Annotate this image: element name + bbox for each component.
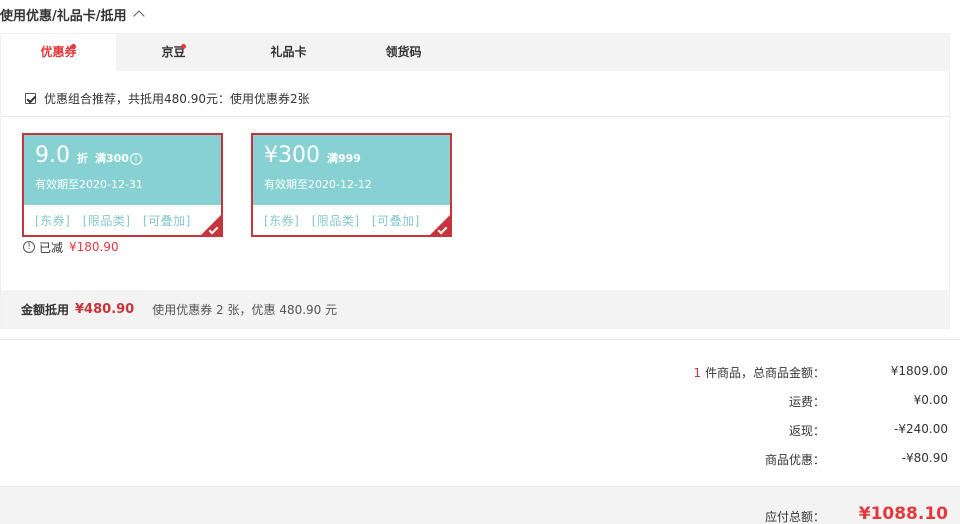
coupon-face: 9.0 折 满300 i 有效期至2020-12-31	[24, 135, 221, 205]
summary-desc: 使用优惠券 2 张，优惠 480.90 元	[152, 302, 338, 317]
coupon-tag: [东券]	[264, 214, 300, 228]
divider	[0, 339, 960, 340]
divider	[1, 116, 949, 117]
total-items-row: 1 件商品，总商品金额： ¥1809.00	[548, 364, 948, 384]
combo-recommend[interactable]: 优惠组合推荐，共抵用480.90元：使用优惠券2张	[25, 89, 310, 107]
coupon-condition: 满999	[327, 152, 361, 165]
payable-bar: 应付总额： ¥1088.10	[0, 486, 960, 524]
new-dot-icon	[71, 44, 76, 49]
info-icon[interactable]: i	[129, 153, 142, 165]
new-dot-icon	[181, 44, 186, 49]
discount-value: -¥80.90	[901, 451, 948, 465]
coupon-tags: [东券] [限品类] [可叠加]	[35, 212, 199, 229]
summary-label: 金额抵用	[21, 302, 70, 317]
tab-coupons[interactable]: 优惠券	[1, 34, 116, 71]
saved-value: ¥180.90	[69, 240, 119, 254]
shipping-label: 运费：	[788, 395, 825, 409]
section-title: 使用优惠/礼品卡/抵用	[0, 8, 127, 24]
coupon-tag: [东券]	[35, 214, 71, 228]
coupon-section-toggle[interactable]: 使用优惠/礼品卡/抵用	[0, 4, 145, 24]
items-value: ¥1809.00	[890, 364, 948, 378]
shipping-row: 运费： ¥0.00	[548, 393, 948, 413]
coupon-condition: 满300	[95, 152, 129, 165]
coupon-card[interactable]: ¥300 满999 有效期至2020-12-12 [东券] [限品类] [可叠加…	[251, 133, 452, 237]
coupon-panel: 优惠券 京豆 礼品卡 领货码 优惠组合推荐，共抵用480.90元：使用优惠券2张…	[0, 33, 950, 329]
items-label: 件商品，总商品金额：	[701, 366, 825, 380]
coupon-unit: 折	[77, 152, 88, 165]
cashback-row: 返现： -¥240.00	[548, 422, 948, 442]
tab-gift-card[interactable]: 礼品卡	[231, 34, 346, 71]
combo-text: 优惠组合推荐，共抵用480.90元：使用优惠券2张	[44, 91, 310, 106]
coupon-value: ¥300	[264, 143, 320, 168]
coupon-tag: [可叠加]	[371, 214, 420, 228]
tab-bar: 优惠券 京豆 礼品卡 领货码	[1, 34, 949, 71]
saved-amount: ! 已减 ¥180.90	[23, 239, 119, 255]
coupon-expiry: 有效期至2020-12-12	[264, 178, 372, 191]
coupon-card[interactable]: 9.0 折 满300 i 有效期至2020-12-31 [东券] [限品类] [可…	[22, 133, 223, 237]
coupon-tag: [限品类]	[311, 214, 360, 228]
info-icon: !	[23, 241, 35, 253]
tab-redeem-code[interactable]: 领货码	[346, 34, 461, 71]
tab-jingdou[interactable]: 京豆	[116, 34, 231, 71]
cashback-label: 返现：	[788, 424, 825, 438]
coupon-value: 9.0	[35, 143, 70, 168]
coupon-tags: [东券] [限品类] [可叠加]	[264, 212, 428, 229]
discount-row: 商品优惠： -¥80.90	[548, 451, 948, 471]
combo-checkbox[interactable]	[25, 92, 36, 104]
payable-label: 应付总额：	[764, 510, 825, 524]
cashback-value: -¥240.00	[894, 422, 948, 436]
discount-summary: 金额抵用 ¥480.90 使用优惠券 2 张，优惠 480.90 元	[1, 290, 949, 328]
coupon-expiry: 有效期至2020-12-31	[35, 178, 143, 191]
coupon-face: ¥300 满999 有效期至2020-12-12	[253, 135, 450, 205]
discount-label: 商品优惠：	[764, 453, 825, 467]
chevron-up-icon	[132, 10, 145, 22]
saved-label: 已减	[39, 240, 64, 255]
summary-amount: ¥480.90	[75, 301, 135, 317]
payable-value: ¥1088.10	[858, 504, 948, 524]
coupon-tag: [限品类]	[82, 214, 131, 228]
coupon-tag: [可叠加]	[142, 214, 191, 228]
shipping-value: ¥0.00	[913, 393, 948, 407]
